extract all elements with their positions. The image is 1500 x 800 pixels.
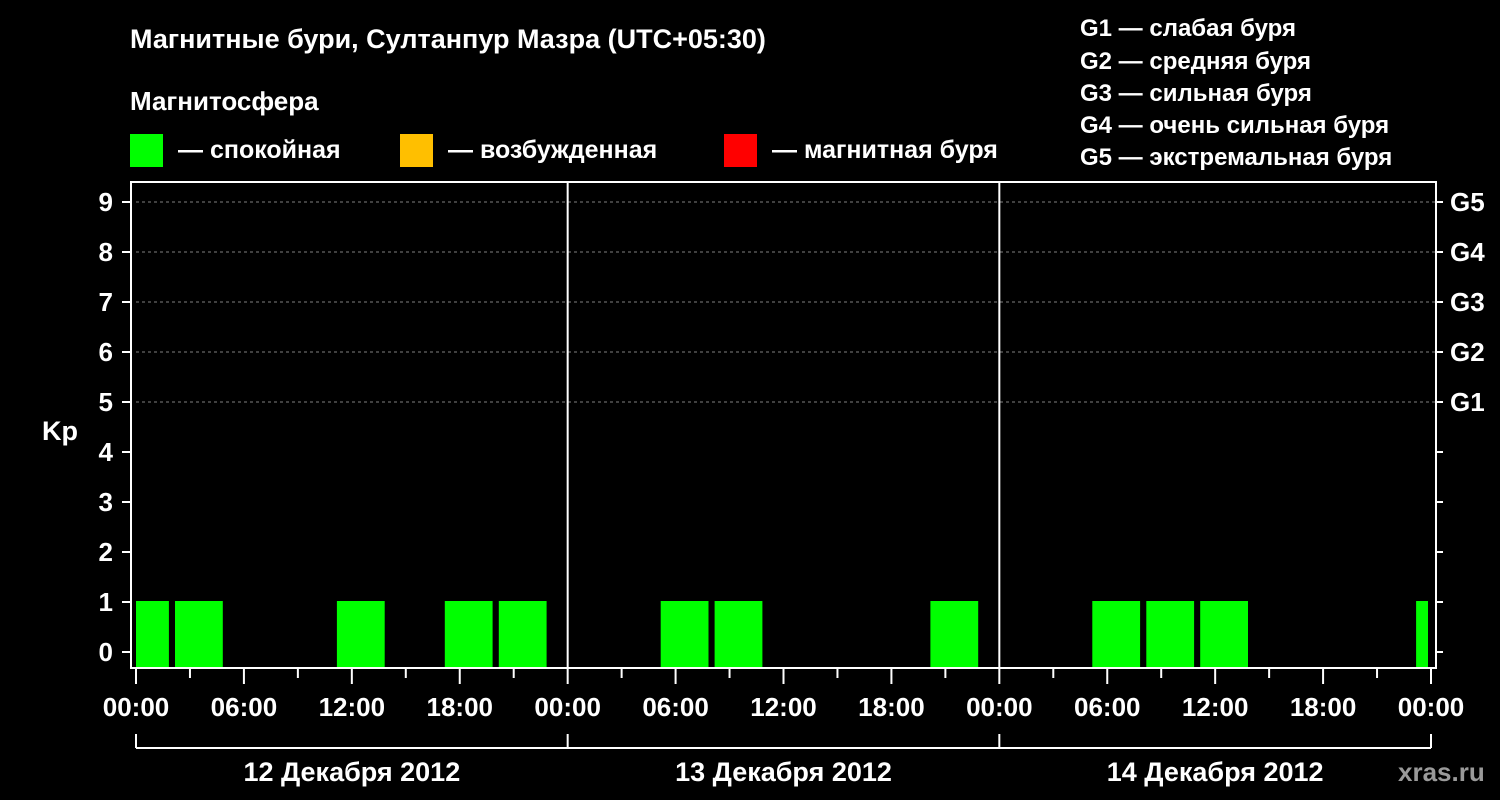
storm-level-legend: G1 — слабая буря G2 — средняя буря G3 — … [1080, 15, 1392, 171]
x-tick-label: 18:00 [858, 692, 925, 722]
g-tick-label-g1: G1 [1450, 387, 1485, 417]
kp-bar-8 [930, 601, 979, 667]
legend-swatch-calm [130, 134, 163, 167]
kp-bar-6 [660, 601, 709, 667]
kp-bar-9 [1092, 601, 1141, 667]
y-tick-label: 1 [99, 587, 113, 617]
storm-level-g1: G1 — слабая буря [1080, 15, 1296, 42]
day-label: 14 Декабря 2012 [1107, 757, 1324, 787]
x-tick-label: 00:00 [1398, 692, 1465, 722]
g-tick-label-g2: G2 [1450, 337, 1485, 367]
x-axis: 00:00 06:00 12:00 18:00 00:00 06:00 12:00 18:00… [103, 668, 1465, 722]
day-labels: 12 Декабря 2012 13 Декабря 2012 14 Декабря… [135, 734, 1432, 787]
x-tick-label: 12:00 [1182, 692, 1249, 722]
x-tick-label: 18:00 [1290, 692, 1357, 722]
g-tick-label-g3: G3 [1450, 287, 1485, 317]
day-label: 13 Декабря 2012 [675, 757, 892, 787]
kp-bar-7 [714, 601, 763, 667]
chart-title: Магнитные бури, Султанпур Мазра (UTC+05:… [130, 24, 766, 54]
storm-level-g3: G3 — сильная буря [1080, 80, 1312, 107]
day-label: 12 Декабря 2012 [243, 757, 460, 787]
legend-swatch-storm [724, 134, 757, 167]
x-tick-label: 00:00 [534, 692, 601, 722]
plot-frame [130, 181, 1437, 669]
storm-level-g5: G5 — экстремальная буря [1080, 144, 1392, 171]
y-tick-label: 0 [99, 637, 113, 667]
x-tick-label: 06:00 [211, 692, 278, 722]
x-tick-label: 12:00 [319, 692, 386, 722]
y-axis: 0 1 2 3 4 5 6 7 8 9 [99, 187, 1443, 667]
magnetosphere-label: Магнитосфера [130, 86, 319, 116]
state-legend: — спокойная — возбужденная — магнитная б… [130, 134, 998, 167]
kp-chart: Магнитные бури, Султанпур Мазра (UTC+05:… [42, 15, 1485, 787]
kp-bar-10 [1146, 601, 1195, 667]
y-tick-label: 2 [99, 537, 113, 567]
watermark: xras.ru [1398, 757, 1485, 787]
y-axis-label: Kp [42, 416, 78, 446]
x-tick-label: 06:00 [1074, 692, 1141, 722]
storm-level-g2: G2 — средняя буря [1080, 48, 1311, 75]
g-tick-label-g5: G5 [1450, 187, 1485, 217]
legend-label-storm: — магнитная буря [772, 136, 998, 164]
g-tick-label-g4: G4 [1450, 237, 1485, 267]
grid-lines [136, 201, 1436, 403]
kp-bar-12 [1416, 601, 1428, 667]
legend-label-calm: — спокойная [178, 136, 341, 164]
kp-bar-5 [498, 601, 547, 667]
legend-swatch-excited [400, 134, 433, 167]
x-tick-label: 06:00 [642, 692, 709, 722]
x-tick-label: 00:00 [966, 692, 1033, 722]
g-axis: G1 G2 G3 G4 G5 [1450, 187, 1485, 417]
y-tick-label: 8 [99, 237, 113, 267]
y-tick-label: 3 [99, 487, 113, 517]
storm-level-g4: G4 — очень сильная буря [1080, 112, 1389, 139]
y-tick-label: 4 [99, 437, 114, 467]
y-tick-label: 7 [99, 287, 113, 317]
kp-bar-3 [336, 601, 385, 667]
y-tick-label: 5 [99, 387, 113, 417]
legend-label-excited: — возбужденная [448, 136, 657, 164]
chart-stage: Магнитные бури, Султанпур Мазра (UTC+05:… [0, 0, 1500, 800]
y-tick-label: 9 [99, 187, 113, 217]
day-separators [566, 182, 1001, 668]
y-tick-label: 6 [99, 337, 113, 367]
x-tick-label: 00:00 [103, 692, 170, 722]
kp-bar-11 [1200, 601, 1248, 667]
x-tick-label: 12:00 [750, 692, 817, 722]
kp-bars [136, 601, 1428, 667]
kp-bar-1 [136, 601, 169, 667]
kp-bar-4 [444, 601, 493, 667]
kp-bar-2 [175, 601, 223, 667]
x-tick-label: 18:00 [427, 692, 494, 722]
